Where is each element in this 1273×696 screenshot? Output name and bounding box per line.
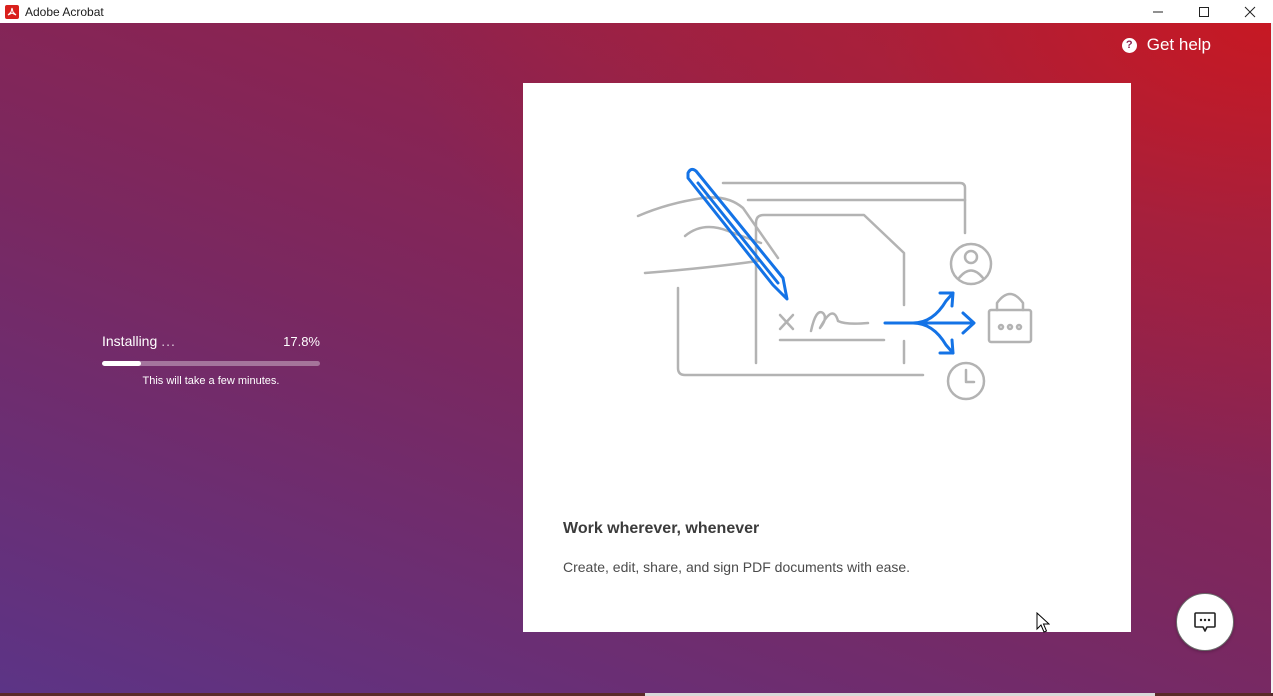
get-help-link[interactable]: ? Get help xyxy=(1121,35,1211,55)
maximize-icon xyxy=(1199,6,1209,17)
question-icon: ? xyxy=(1121,37,1137,53)
loading-dots: ... xyxy=(161,333,176,349)
title-bar: Adobe Acrobat xyxy=(0,0,1273,23)
minimize-icon xyxy=(1153,11,1163,12)
chat-button[interactable] xyxy=(1176,593,1234,651)
install-note: This will take a few minutes. xyxy=(142,375,280,387)
close-icon xyxy=(1244,6,1256,17)
close-button[interactable] xyxy=(1227,0,1273,23)
window-title: Adobe Acrobat xyxy=(25,4,104,19)
mouse-pointer-icon xyxy=(1036,612,1050,633)
minimize-button[interactable] xyxy=(1135,0,1181,23)
installer-background: ? Get help Installing... 17.8% This will… xyxy=(0,23,1273,693)
get-help-label: Get help xyxy=(1146,35,1211,54)
install-percent: 17.8% xyxy=(283,334,320,349)
install-progress-panel: Installing... 17.8% This will take a few… xyxy=(102,333,320,387)
chat-icon xyxy=(1194,612,1216,632)
card-title: Work wherever, whenever xyxy=(563,520,760,537)
install-status-label: Installing xyxy=(102,333,158,349)
acrobat-logo-icon xyxy=(5,4,19,19)
maximize-button[interactable] xyxy=(1181,0,1227,23)
feature-card: Work wherever, whenever Create, edit, sh… xyxy=(523,83,1131,632)
progress-bar xyxy=(102,361,320,366)
progress-bar-fill xyxy=(102,361,141,366)
card-description: Create, edit, share, and sign PDF docume… xyxy=(563,559,911,575)
sign-and-share-illustration xyxy=(636,167,1033,401)
